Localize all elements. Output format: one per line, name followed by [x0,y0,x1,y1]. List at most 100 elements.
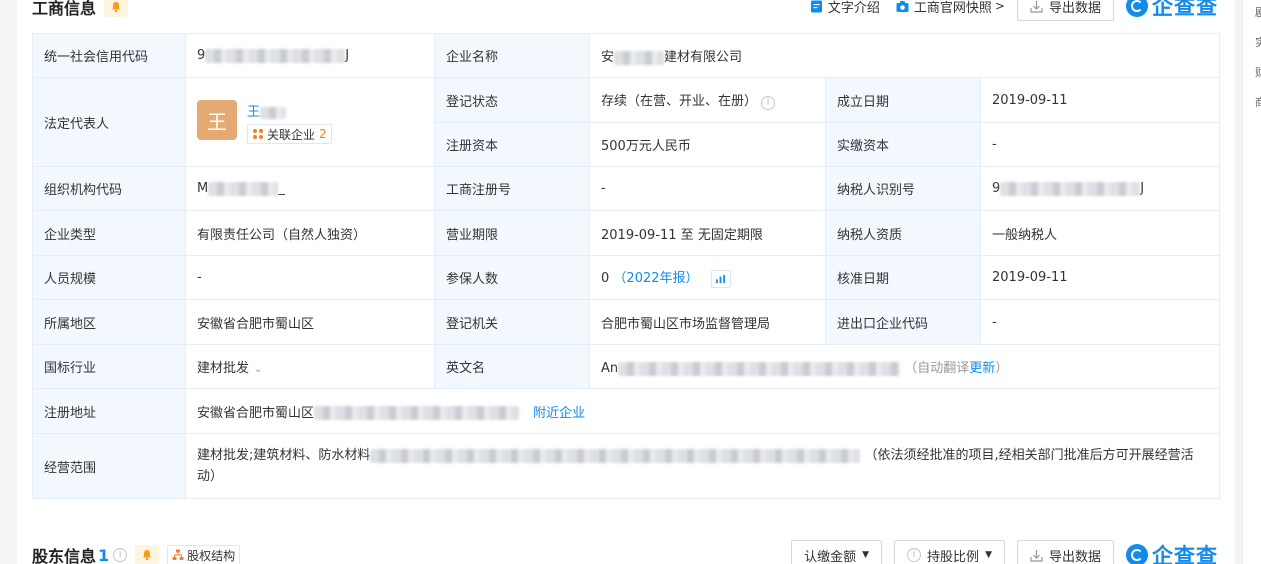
table-row: 组织机构代码 M _ 工商注册号 - 纳税人识别号 9J [32,166,1221,211]
field-label: 组织机构代码 [32,166,186,211]
field-label: 注册地址 [32,388,186,434]
table-row: 注册地址 安徽省合肥市蜀山区 附近企业 [32,388,1221,434]
org-chart-icon [172,549,184,560]
business-info-table: 统一社会信用代码 9J 企业名称 安建材有限公司 法定代表人 王 王 关联企业 2… [32,33,1221,499]
field-label: 企业名称 [434,33,590,78]
field-label: 注册资本 [434,122,590,167]
related-companies-tag[interactable]: 关联企业 2 [247,124,332,144]
shareholding-ratio-dropdown[interactable]: i 持股比例 ▼ [894,540,1005,564]
field-label: 核准日期 [825,255,981,300]
reg-status-value: 存续（在营、开业、在册） i [589,77,826,123]
annual-report-link[interactable]: （2022年报） [613,271,698,286]
nearby-companies-link[interactable]: 附近企业 [533,406,585,421]
shareholder-count: 1 [98,545,110,564]
field-label: 实缴资本 [825,122,981,167]
field-label: 企业类型 [32,210,186,256]
biz-scope-value: 建材批发;建筑材料、防水材料 （依法须经批准的项目,经相关部门批准后方可开展经营… [184,433,1221,499]
field-label: 进出口企业代码 [825,299,981,345]
qichacha-logo: 企查查 [1126,540,1218,564]
field-label: 登记机关 [434,299,590,345]
section-header-shareholders: 股东信息 1 i 股权结构 [32,542,241,564]
subscribed-amount-dropdown[interactable]: 认缴金额 ▼ [791,540,883,564]
field-label: 所属地区 [32,299,186,345]
export-data-button[interactable]: 导出数据 [1016,0,1114,21]
field-label: 英文名 [434,344,590,389]
org-code-value: M _ [185,166,435,211]
reg-authority-value: 合肥市蜀山区市场监督管理局 [589,299,826,345]
table-row: 企业类型 有限责任公司（自然人独资） 营业期限 2019-09-11 至 无固定… [32,210,1221,256]
import-export-value: - [979,299,1221,345]
info-icon: i [907,548,922,562]
caret-down-icon: ▼ [985,550,992,560]
trend-chart-icon[interactable] [710,269,731,288]
industry-value[interactable]: 建材批发 ⌄ [185,344,435,389]
insured-value: 0 （2022年报） [589,255,826,300]
field-label: 营业期限 [434,210,590,256]
avatar[interactable]: 王 [197,100,237,140]
table-row: 所属地区 安徽省合肥市蜀山区 登记机关 合肥市蜀山区市场监督管理局 进出口企业代… [32,299,1221,345]
chevron-down-icon[interactable]: ⌄ [254,364,262,375]
found-date-value: 2019-09-11 [979,77,1221,123]
taxpayer-id-value: 9J [979,166,1221,211]
field-label: 登记状态 [434,77,590,123]
export-icon [1030,0,1043,13]
document-icon [810,0,822,12]
table-row: 人员规模 - 参保人数 0 （2022年报） 核准日期 2019-09-11 [32,255,1221,300]
info-icon[interactable]: i [113,548,128,562]
equity-structure-tag[interactable]: 股权结构 [167,545,241,564]
company-type-value: 有限责任公司（自然人独资） [185,210,435,256]
credit-code-value[interactable]: 9J [185,33,435,78]
side-nav-item[interactable]: 剧 [1255,4,1261,20]
qichacha-logo-icon [1126,544,1148,564]
export-icon [1030,549,1043,562]
translate-update-link[interactable]: 更新 [969,361,995,376]
side-nav-item[interactable]: 商 [1255,94,1261,110]
qichacha-logo-icon [1126,0,1148,17]
table-row: 国标行业 建材批发 ⌄ 英文名 An （自动翻译更新） [32,344,1221,389]
approve-date-value: 2019-09-11 [979,255,1221,300]
info-icon[interactable]: i [761,96,776,110]
table-row: 统一社会信用代码 9J 企业名称 安建材有限公司 [32,33,1221,78]
taxpayer-qual-value: 一般纳税人 [979,210,1221,256]
qichacha-logo: 企查查 [1126,0,1218,21]
table-row: 经营范围 建材批发;建筑材料、防水材料 （依法须经批准的项目,经相关部门批准后方… [32,433,1221,499]
legal-rep-cell: 王 王 关联企业 2 [185,77,435,167]
official-snapshot-link[interactable]: 工商官网快照 > [896,0,1005,16]
bell-icon[interactable] [135,545,160,564]
section-title: 工商信息 [32,0,97,18]
biz-reg-no-value: - [589,166,826,211]
chevron-right-icon: > [994,0,1005,13]
field-label: 法定代表人 [32,77,186,167]
biz-term-value: 2019-09-11 至 无固定期限 [589,210,826,256]
right-side-nav: 剧 实 财 商 [1242,0,1261,564]
field-label: 人员规模 [32,255,186,300]
field-label: 经营范围 [32,433,186,499]
reg-capital-value: 500万元人民币 [589,122,826,167]
caret-down-icon: ▼ [862,550,870,560]
section-title: 股东信息 [32,547,97,564]
field-label: 成立日期 [825,77,981,123]
field-label: 统一社会信用代码 [32,33,186,78]
section1-toolbar: 文字介绍 工商官网快照 > 导出数据 企查查 [794,0,1218,21]
company-name-value: 安建材有限公司 [588,33,1221,78]
section-header-business-info: 工商信息 [32,0,129,20]
section2-toolbar: 认缴金额 ▼ i 持股比例 ▼ 导出数据 企查查 [779,540,1218,564]
paid-capital-value: - [979,122,1221,167]
field-label: 纳税人资质 [825,210,981,256]
field-label: 参保人数 [434,255,590,300]
english-name-value: An （自动翻译更新） [588,344,1221,389]
camera-icon [896,0,909,12]
staff-size-value: - [185,255,435,300]
field-label: 工商注册号 [434,166,590,211]
export-data-button[interactable]: 导出数据 [1016,540,1114,564]
region-value: 安徽省合肥市蜀山区 [185,299,435,345]
field-label: 国标行业 [32,344,186,389]
text-intro-link[interactable]: 文字介绍 [810,0,880,16]
table-row: 法定代表人 王 王 关联企业 2 登记状态 存续（在营、开业、在册） i 成立日期 … [32,77,1221,167]
field-label: 纳税人识别号 [825,166,981,211]
bell-icon[interactable] [104,0,129,17]
side-nav-item[interactable]: 财 [1255,64,1261,80]
side-nav-item[interactable]: 实 [1255,34,1261,50]
reg-address-value: 安徽省合肥市蜀山区 附近企业 [184,388,1221,434]
related-network-icon [253,129,263,139]
